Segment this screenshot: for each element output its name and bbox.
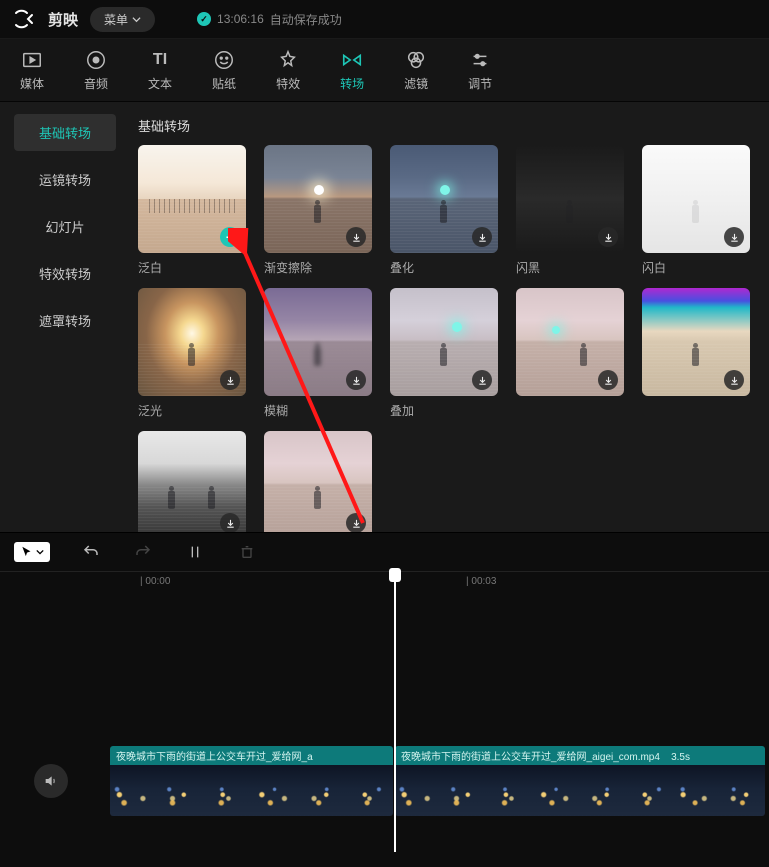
delete-button[interactable]: [236, 541, 258, 563]
tab-adjust[interactable]: 调节: [468, 49, 492, 92]
tab-sticker[interactable]: 贴纸: [212, 49, 236, 92]
speaker-icon: [43, 773, 59, 789]
card-label: 渐变擦除: [264, 259, 372, 276]
transition-thumb[interactable]: [516, 288, 624, 396]
card-label: 模糊: [264, 402, 372, 419]
download-icon[interactable]: [346, 227, 366, 247]
tab-transition[interactable]: 转场: [340, 49, 364, 92]
effect-icon: [277, 49, 299, 71]
download-icon[interactable]: [220, 513, 240, 532]
cursor-tool[interactable]: [14, 542, 50, 562]
card-label: 闪白: [642, 259, 750, 276]
transition-thumb[interactable]: [138, 431, 246, 532]
transition-icon: [341, 49, 363, 71]
tab-audio[interactable]: 音频: [84, 49, 108, 92]
transition-thumb[interactable]: [390, 145, 498, 253]
clip-2[interactable]: 夜晚城市下雨的街道上公交车开过_爱给网_aigei_com.mp4 3.5s: [395, 746, 765, 816]
card-label: 叠加: [390, 402, 498, 419]
menu-button[interactable]: 菜单: [90, 7, 155, 32]
card-label: 泛白: [138, 259, 246, 276]
audio-icon: [85, 49, 107, 71]
sidebar-item-basic[interactable]: 基础转场: [14, 114, 116, 151]
card-label: 闪黑: [516, 259, 624, 276]
transition-thumb[interactable]: [264, 288, 372, 396]
section-title: 基础转场: [138, 116, 761, 135]
tab-filter[interactable]: 滤镜: [404, 49, 428, 92]
undo-button[interactable]: [80, 541, 102, 563]
sidebar-item-slide[interactable]: 幻灯片: [14, 208, 116, 245]
transition-thumb[interactable]: [390, 288, 498, 396]
download-icon[interactable]: [724, 370, 744, 390]
sidebar-item-effect[interactable]: 特效转场: [14, 255, 116, 292]
download-icon[interactable]: [598, 370, 618, 390]
app-logo: [12, 7, 36, 31]
chevron-down-icon: [132, 15, 141, 24]
card-label: 叠化: [390, 259, 498, 276]
transition-thumb[interactable]: [642, 145, 750, 253]
download-icon[interactable]: [472, 227, 492, 247]
transition-thumb[interactable]: [138, 288, 246, 396]
time-ruler[interactable]: | 00:00 | 00:03: [0, 572, 769, 596]
download-icon[interactable]: [724, 227, 744, 247]
sidebar-item-mask[interactable]: 遮罩转场: [14, 302, 116, 339]
download-icon[interactable]: [220, 370, 240, 390]
transition-thumb[interactable]: [264, 145, 372, 253]
autosave-status: ✓ 13:06:16 自动保存成功: [197, 11, 342, 28]
check-icon: ✓: [197, 12, 211, 26]
clip-1[interactable]: 夜晚城市下雨的街道上公交车开过_爱给网_a: [110, 746, 393, 816]
filter-icon: [405, 49, 427, 71]
app-name: 剪映: [48, 9, 78, 30]
mute-button[interactable]: [34, 764, 68, 798]
adjust-icon: [469, 49, 491, 71]
sidebar: 基础转场 运镜转场 幻灯片 特效转场 遮罩转场: [0, 102, 130, 532]
playhead[interactable]: [394, 572, 396, 852]
redo-button[interactable]: [132, 541, 154, 563]
tab-effect[interactable]: 特效: [276, 49, 300, 92]
tab-text[interactable]: TI 文本: [148, 49, 172, 92]
download-icon[interactable]: [598, 227, 618, 247]
download-icon[interactable]: [472, 370, 492, 390]
chevron-down-icon: [36, 548, 44, 556]
sticker-icon: [213, 49, 235, 71]
tab-bar: 媒体 音频 TI 文本 贴纸 特效 转场 滤镜 调节: [0, 38, 769, 102]
download-icon[interactable]: [346, 370, 366, 390]
text-icon: TI: [149, 49, 171, 71]
transition-thumb[interactable]: [516, 145, 624, 253]
tab-media[interactable]: 媒体: [20, 49, 44, 92]
download-icon[interactable]: [346, 513, 366, 532]
add-icon[interactable]: +: [220, 227, 240, 247]
transition-thumb[interactable]: [642, 288, 750, 396]
transition-thumb[interactable]: +: [138, 145, 246, 253]
split-button[interactable]: [184, 541, 206, 563]
transition-thumb[interactable]: [264, 431, 372, 532]
card-label: 泛光: [138, 402, 246, 419]
sidebar-item-camera[interactable]: 运镜转场: [14, 161, 116, 198]
media-icon: [21, 49, 43, 71]
